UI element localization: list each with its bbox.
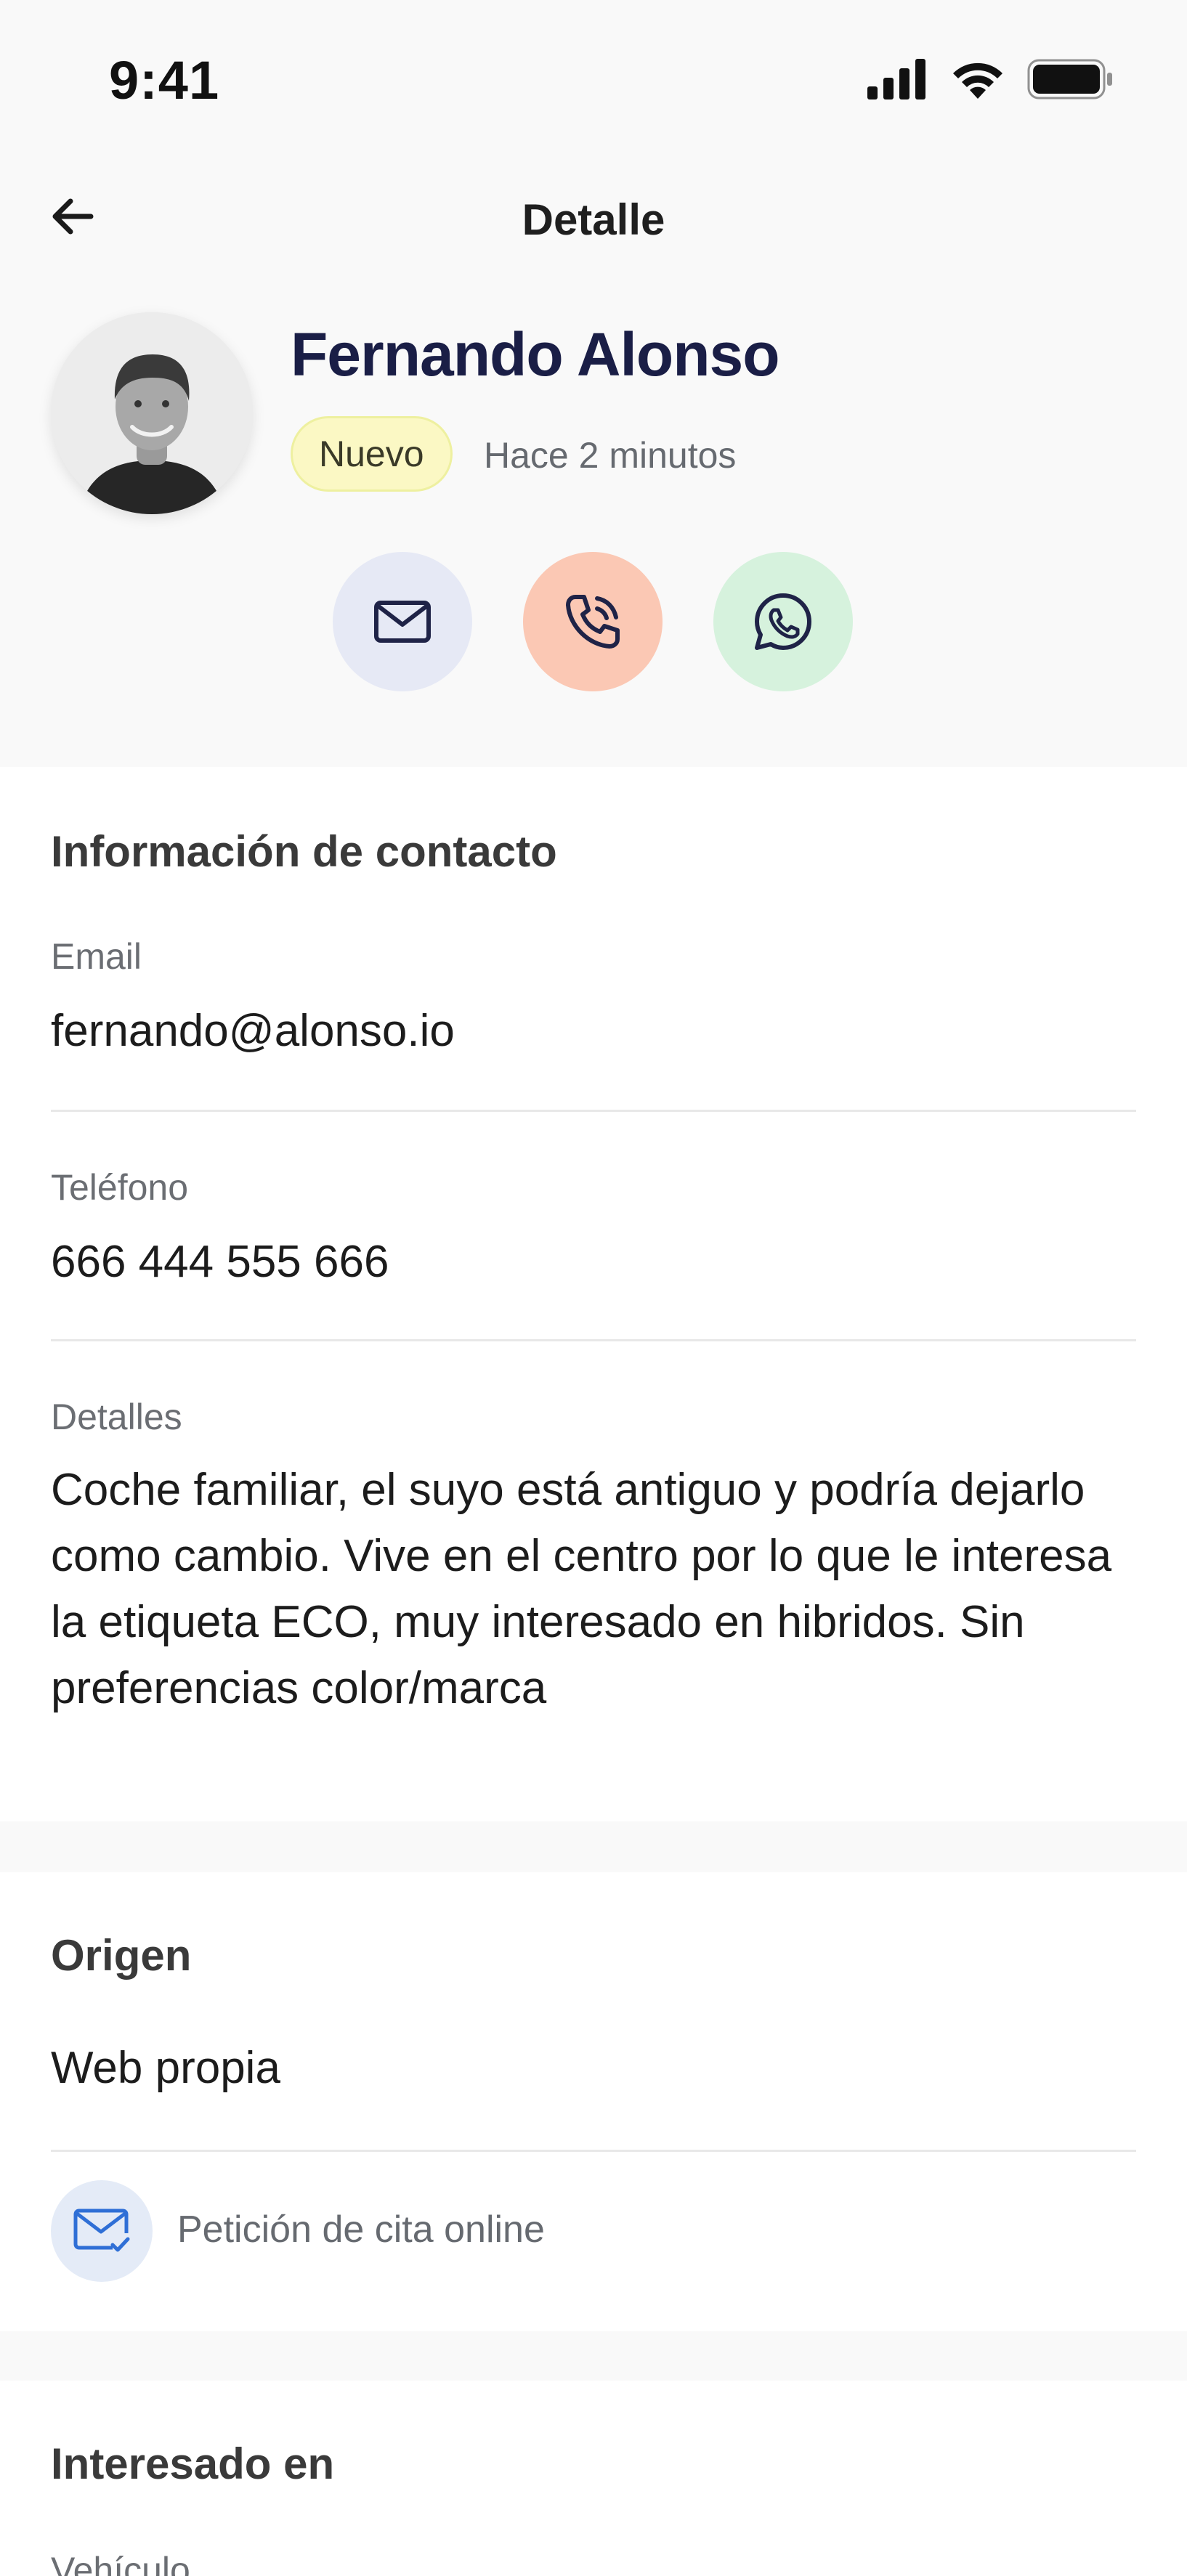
mail-icon [374, 601, 431, 643]
divider [51, 1110, 1136, 1112]
wifi-icon [953, 62, 1002, 99]
avatar [51, 312, 253, 514]
origin-value: Web propia [51, 2043, 280, 2093]
details-value: Coche familiar, el suyo está antiguo y p… [51, 1465, 1112, 1713]
interest-card: Interesado en Vehículo [0, 2381, 1187, 2576]
status-bar: 9:41 [0, 0, 1187, 160]
status-time: 9:41 [109, 50, 220, 110]
email-button[interactable] [333, 552, 472, 691]
origin-section-title: Origen [51, 1931, 192, 1980]
divider [51, 1339, 1136, 1341]
created-time: Hace 2 minutos [484, 435, 737, 476]
phone-call-icon [566, 595, 620, 649]
whatsapp-button[interactable] [713, 552, 853, 691]
call-button[interactable] [523, 552, 663, 691]
origin-request-label: Petición de cita online [177, 2209, 545, 2251]
lead-detail-screen: 9:41 Detalle Fernando Alonso Nuevo Hace … [0, 0, 1187, 2576]
origin-card: Origen Web propia Petición de cita onlin… [0, 1872, 1187, 2331]
status-badge: Nuevo [291, 416, 453, 492]
phone-value[interactable]: 666 444 555 666 [51, 1236, 389, 1288]
battery-icon [1027, 59, 1112, 99]
contact-info-card: Información de contacto Email fernando@a… [0, 767, 1187, 1821]
phone-label: Teléfono [51, 1167, 189, 1208]
divider [51, 2150, 1136, 2152]
details-label: Detalles [51, 1397, 182, 1437]
page-title: Detalle [522, 195, 665, 244]
vehicle-label: Vehículo [51, 2550, 190, 2576]
mail-check-icon-container [51, 2180, 153, 2282]
status-icons [867, 58, 1114, 100]
email-label: Email [51, 936, 142, 977]
person-photo-icon [51, 312, 253, 514]
mail-check-icon [73, 2209, 130, 2252]
cellular-signal-icon [867, 59, 925, 99]
contact-name: Fernando Alonso [291, 320, 780, 389]
email-value[interactable]: fernando@alonso.io [51, 1005, 455, 1057]
interest-section-title: Interesado en [51, 2439, 335, 2488]
contact-section-title: Información de contacto [51, 827, 557, 876]
whatsapp-icon [755, 593, 811, 650]
